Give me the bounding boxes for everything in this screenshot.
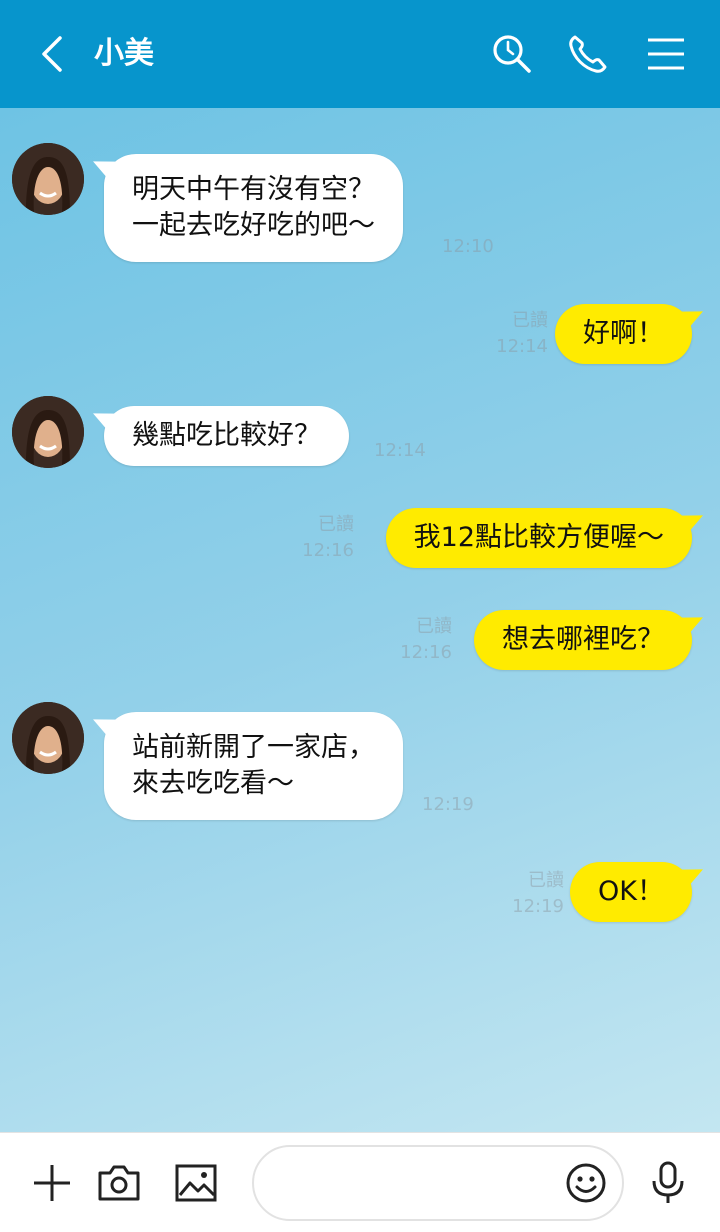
read-label: 已讀: [512, 310, 548, 331]
chat-title: 小美: [94, 36, 154, 71]
message-timestamp: 12:14: [374, 440, 426, 461]
message-line: 一起去吃好吃的吧～: [132, 210, 375, 241]
outgoing-message-bubble[interactable]: 好啊！: [555, 304, 692, 364]
message-line: 明天中午有沒有空？: [132, 174, 375, 205]
message-timestamp: 12:16: [302, 540, 354, 561]
read-receipt: 已讀 12:14: [496, 308, 548, 360]
read-receipt: 已讀 12:16: [302, 512, 354, 564]
message-timestamp: 12:19: [512, 896, 564, 917]
message-timestamp: 12:10: [442, 236, 494, 257]
incoming-message-bubble[interactable]: 明天中午有沒有空？ 一起去吃好吃的吧～: [104, 154, 403, 262]
chat-app: 小美 明天中午有沒有空？ 一起去吃好吃的吧～ 12:10 已讀 12:14 好啊…: [0, 0, 720, 1232]
message-input-bar: [0, 1132, 720, 1232]
read-receipt: 已讀 12:16: [400, 614, 452, 666]
message-timestamp: 12:19: [422, 794, 474, 815]
incoming-message-bubble[interactable]: 幾點吃比較好？: [104, 406, 349, 466]
read-label: 已讀: [318, 514, 354, 535]
avatar-photo-icon: [12, 396, 84, 468]
read-label: 已讀: [528, 870, 564, 891]
chevron-left-icon[interactable]: [36, 34, 72, 74]
outgoing-message-bubble[interactable]: 想去哪裡吃？: [474, 610, 692, 670]
contact-avatar[interactable]: [12, 396, 84, 468]
image-icon[interactable]: [174, 1161, 218, 1205]
search-icon[interactable]: [490, 32, 534, 76]
hamburger-menu-icon[interactable]: [644, 32, 688, 76]
message-line: 來去吃吃看～: [132, 768, 294, 799]
contact-avatar[interactable]: [12, 702, 84, 774]
message-line: 幾點吃比較好？: [132, 420, 321, 451]
outgoing-message-bubble[interactable]: OK！: [570, 862, 692, 922]
message-timestamp: 12:14: [496, 336, 548, 357]
plus-icon[interactable]: [30, 1161, 74, 1205]
outgoing-message-bubble[interactable]: 我12點比較方便喔～: [385, 508, 692, 568]
camera-icon[interactable]: [97, 1161, 141, 1205]
incoming-message-bubble[interactable]: 站前新開了一家店， 來去吃吃看～: [104, 712, 403, 820]
phone-icon[interactable]: [566, 32, 610, 76]
avatar-photo-icon: [12, 702, 84, 774]
message-line: 站前新開了一家店，: [132, 732, 375, 763]
contact-avatar[interactable]: [12, 143, 84, 215]
microphone-icon[interactable]: [646, 1161, 690, 1205]
read-receipt: 已讀 12:19: [512, 868, 564, 920]
avatar-photo-icon: [12, 143, 84, 215]
chat-header: 小美: [0, 0, 720, 108]
read-label: 已讀: [416, 616, 452, 637]
smiley-icon[interactable]: [564, 1161, 608, 1205]
message-timestamp: 12:16: [400, 642, 452, 663]
message-list[interactable]: 明天中午有沒有空？ 一起去吃好吃的吧～ 12:10 已讀 12:14 好啊！ 幾…: [0, 108, 720, 1132]
